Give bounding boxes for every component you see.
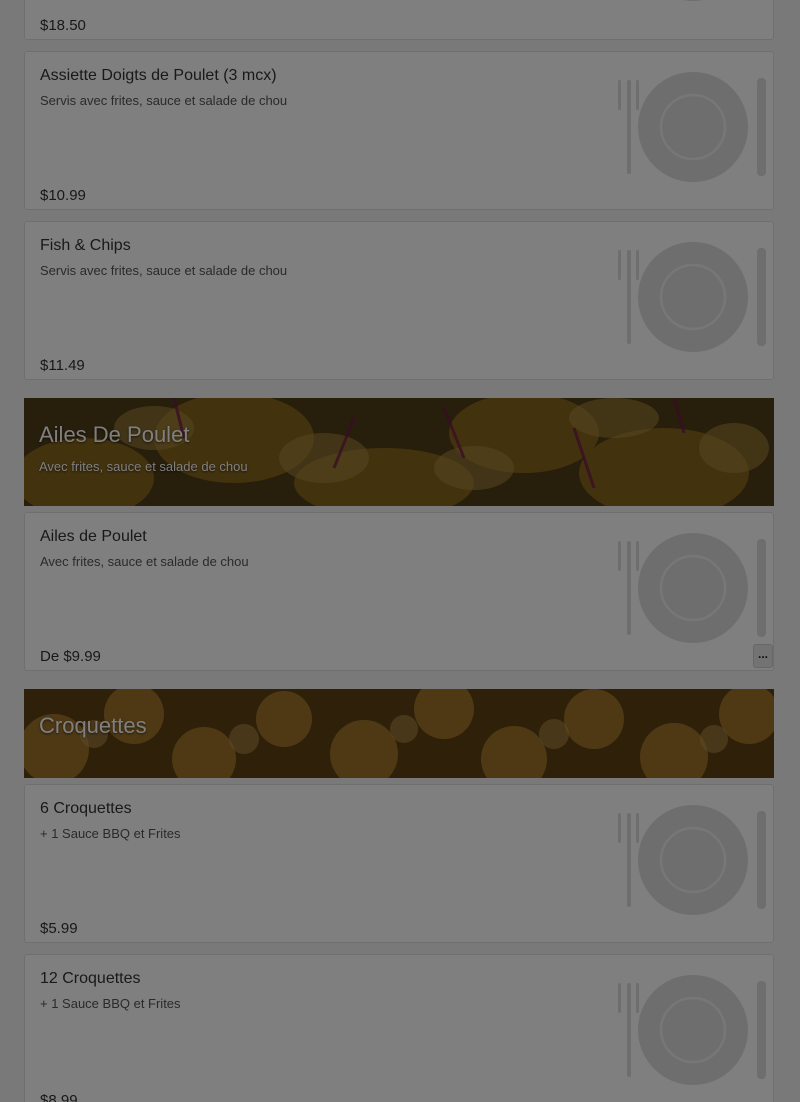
menu-item-card[interactable]: Fish & Chips Servis avec frites, sauce e… bbox=[24, 221, 774, 380]
category-title: Ailes De Poulet bbox=[39, 422, 190, 447]
item-description: Servis avec frites, sauce et salade de c… bbox=[40, 93, 288, 108]
category-banner-ailes: Ailes De Poulet Avec frites, sauce et sa… bbox=[24, 398, 774, 506]
item-price: De $9.99 bbox=[40, 648, 101, 665]
category-banner-image bbox=[24, 398, 774, 506]
item-name: 6 Croquettes bbox=[40, 800, 132, 817]
item-description: Servis avec frites, sauce et salade de c… bbox=[40, 263, 288, 278]
menu-item-card[interactable]: Ailes de Poulet Avec frites, sauce et sa… bbox=[24, 512, 774, 671]
menu-item-card[interactable]: 6 Croquettes + 1 Sauce BBQ et Frites $5.… bbox=[24, 784, 774, 943]
menu-page: $18.50 Assiette Doigts de Poulet (3 mcx)… bbox=[0, 0, 800, 1102]
plate-placeholder-icon bbox=[618, 242, 766, 352]
item-name: 12 Croquettes bbox=[40, 970, 141, 987]
item-description: + 1 Sauce BBQ et Frites bbox=[40, 996, 181, 1011]
item-description: + 1 Sauce BBQ et Frites bbox=[40, 826, 181, 841]
item-price: $10.99 bbox=[40, 187, 86, 204]
plate-placeholder-icon bbox=[618, 72, 766, 182]
plate-placeholder-icon bbox=[618, 805, 766, 915]
item-name: Fish & Chips bbox=[40, 237, 131, 254]
category-title: Croquettes bbox=[39, 713, 147, 738]
category-subtitle: Avec frites, sauce et salade de chou bbox=[39, 459, 248, 474]
item-price: $5.99 bbox=[40, 920, 78, 937]
item-price: $8.99 bbox=[40, 1092, 78, 1102]
item-price: $11.49 bbox=[40, 357, 85, 374]
more-options-button[interactable]: ... bbox=[753, 644, 773, 668]
item-name: Assiette Doigts de Poulet (3 mcx) bbox=[40, 67, 277, 84]
menu-item-card[interactable]: Assiette Doigts de Poulet (3 mcx) Servis… bbox=[24, 51, 774, 210]
plate-placeholder-icon bbox=[682, 0, 704, 1]
plate-placeholder-icon bbox=[618, 975, 766, 1085]
plate-placeholder-icon bbox=[618, 533, 766, 643]
item-description: Avec frites, sauce et salade de chou bbox=[40, 554, 249, 569]
menu-item-card[interactable]: 12 Croquettes + 1 Sauce BBQ et Frites $8… bbox=[24, 954, 774, 1102]
item-price: $18.50 bbox=[40, 17, 86, 34]
item-name: Ailes de Poulet bbox=[40, 528, 147, 545]
category-banner-croquettes: Croquettes bbox=[24, 689, 774, 778]
menu-item-card[interactable]: $18.50 bbox=[24, 0, 774, 40]
